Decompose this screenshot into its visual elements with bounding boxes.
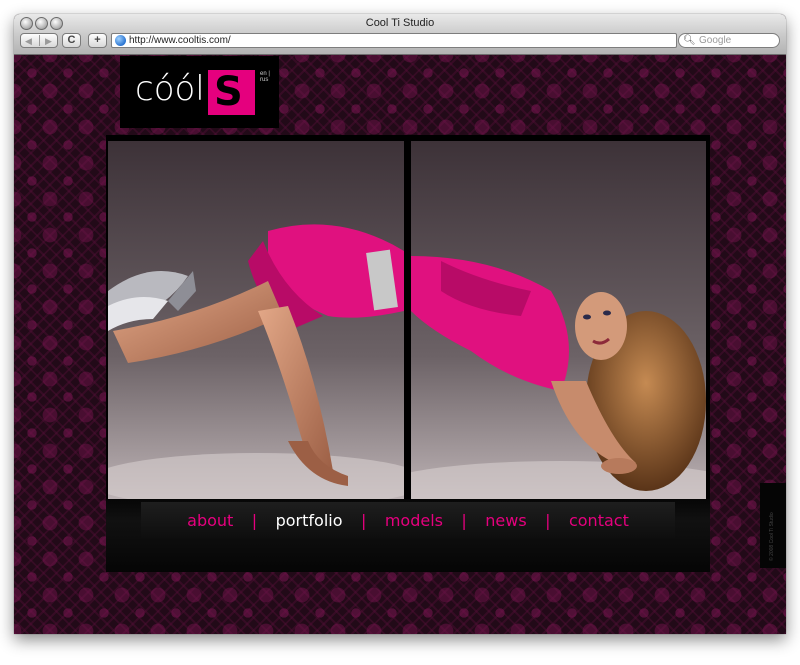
- search-placeholder: Google: [699, 35, 732, 46]
- nav-news[interactable]: news: [485, 511, 526, 530]
- back-arrow-icon[interactable]: ◀: [25, 35, 32, 47]
- search-field[interactable]: 🔍︎ Google: [678, 33, 780, 48]
- copyright-tab: © 2008 Cool Ti Studio: [760, 483, 786, 568]
- nav-about[interactable]: about: [187, 511, 233, 530]
- copyright-text: © 2008 Cool Ti Studio: [769, 512, 775, 561]
- globe-icon: [115, 35, 126, 46]
- nav-contact[interactable]: contact: [569, 511, 629, 530]
- browser-window: Cool Ti Studio ◀ ▶ C + http://www.coolti…: [14, 14, 786, 634]
- add-bookmark-button[interactable]: +: [88, 33, 107, 48]
- window-title: Cool Ti Studio: [365, 17, 435, 29]
- search-icon[interactable]: 🔍︎: [683, 34, 696, 47]
- main-navigation: about | portfolio | models | news | cont…: [106, 499, 710, 572]
- title-bar: Cool Ti Studio ◀ ▶ C + http://www.coolti…: [14, 14, 786, 55]
- forward-arrow-icon[interactable]: ▶: [45, 35, 52, 47]
- language-switch[interactable]: en | rus: [260, 71, 279, 83]
- button-divider: [39, 35, 40, 46]
- page-content: cóól S en | rus about | portfolio | mode…: [14, 55, 786, 634]
- portfolio-photo-right: [411, 141, 706, 499]
- plus-icon: +: [94, 34, 101, 46]
- logo-mark: S: [208, 70, 255, 115]
- logo-text: cóól: [135, 69, 205, 109]
- nav-items: about | portfolio | models | news | cont…: [106, 511, 710, 531]
- nav-models[interactable]: models: [385, 511, 443, 530]
- fashion-photo-left: [108, 141, 404, 499]
- address-bar[interactable]: http://www.cooltis.com/ ▾: [111, 33, 686, 48]
- nav-separator: |: [545, 511, 551, 530]
- reload-button[interactable]: C: [62, 33, 81, 48]
- portfolio-frame: about | portfolio | models | news | cont…: [106, 135, 710, 572]
- nav-separator: |: [360, 511, 367, 530]
- address-url[interactable]: http://www.cooltis.com/: [129, 34, 231, 47]
- fashion-photo-right: [411, 141, 706, 499]
- portfolio-photo-left: [108, 141, 404, 499]
- nav-separator: |: [461, 511, 467, 530]
- nav-separator: |: [251, 511, 258, 530]
- reload-icon: C: [67, 34, 76, 46]
- logo-mark-letter: S: [214, 69, 243, 115]
- site-logo[interactable]: cóól S en | rus: [120, 56, 279, 128]
- nav-portfolio[interactable]: portfolio: [276, 511, 343, 530]
- back-forward-buttons[interactable]: ◀ ▶: [20, 33, 58, 48]
